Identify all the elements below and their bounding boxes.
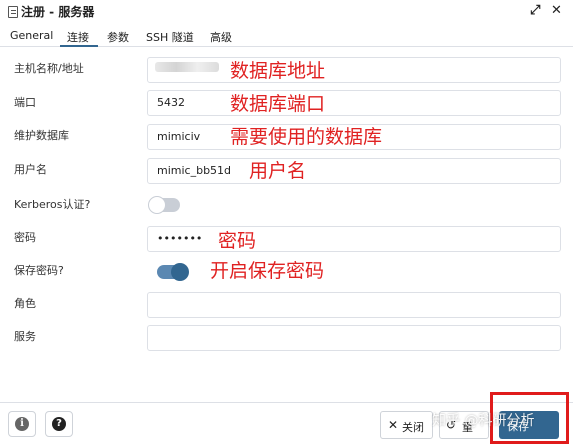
save-password-toggle[interactable] — [157, 263, 189, 281]
tab-general[interactable]: General — [10, 29, 53, 42]
highlight-box — [490, 392, 569, 444]
dialog-titlebar: 注册 - 服务器 ⤢ ✕ — [0, 0, 573, 24]
server-dialog-icon — [8, 6, 18, 18]
dialog-footer: i ? ✕ 关闭 ↺ 重 保存 — [0, 402, 573, 448]
reset-icon: ↺ — [446, 418, 457, 432]
close-button-label: 关闭 — [402, 421, 424, 434]
service-label: 服务 — [14, 330, 36, 343]
reset-button[interactable]: ↺ 重 — [439, 411, 489, 439]
port-label: 端口 — [14, 96, 36, 109]
help-question-icon: ? — [52, 417, 66, 431]
role-label: 角色 — [14, 297, 36, 310]
password-label: 密码 — [14, 231, 36, 244]
password-annotation: 密码 — [218, 230, 257, 252]
info-icon: i — [15, 417, 29, 431]
maintenance-db-label: 维护数据库 — [14, 129, 69, 142]
expand-arrows-icon[interactable]: ⤢ — [530, 3, 540, 18]
kerberos-label: Kerberos认证? — [14, 198, 91, 211]
username-label: 用户名 — [14, 163, 47, 176]
tab-advanced[interactable]: 高级 — [210, 29, 232, 45]
tab-connection[interactable]: 连接 — [67, 29, 89, 45]
kerberos-toggle[interactable] — [148, 196, 180, 214]
host-redacted-value — [155, 62, 219, 72]
tab-ssh-tunnel[interactable]: SSH 隧道 — [146, 29, 194, 45]
username-input[interactable]: mimic_bb51d — [147, 158, 561, 184]
role-input[interactable] — [147, 292, 561, 318]
help-button[interactable]: ? — [45, 411, 73, 437]
port-input[interactable]: 5432 — [147, 90, 561, 116]
reset-button-label: 重 — [462, 421, 473, 434]
tab-parameters[interactable]: 参数 — [107, 29, 129, 45]
tab-bar: General 连接 参数 SSH 隧道 高级 — [0, 25, 573, 47]
close-icon: ✕ — [388, 418, 399, 432]
active-tab-indicator — [60, 45, 98, 47]
close-button[interactable]: ✕ 关闭 — [380, 411, 433, 439]
host-label: 主机名称/地址 — [14, 62, 84, 75]
password-input[interactable]: ••••••• — [147, 226, 561, 252]
database-annotation: 需要使用的数据库 — [230, 126, 383, 148]
save-password-annotation: 开启保存密码 — [210, 260, 325, 282]
toggle-knob — [148, 196, 166, 214]
username-annotation: 用户名 — [249, 160, 307, 182]
dialog-title: 注册 - 服务器 — [21, 5, 95, 19]
close-x-icon[interactable]: ✕ — [551, 3, 562, 18]
info-button[interactable]: i — [8, 411, 36, 437]
toggle-knob — [171, 263, 189, 281]
port-annotation: 数据库端口 — [230, 93, 326, 115]
host-annotation: 数据库地址 — [230, 60, 326, 82]
service-input[interactable] — [147, 325, 561, 351]
save-password-label: 保存密码? — [14, 264, 64, 277]
